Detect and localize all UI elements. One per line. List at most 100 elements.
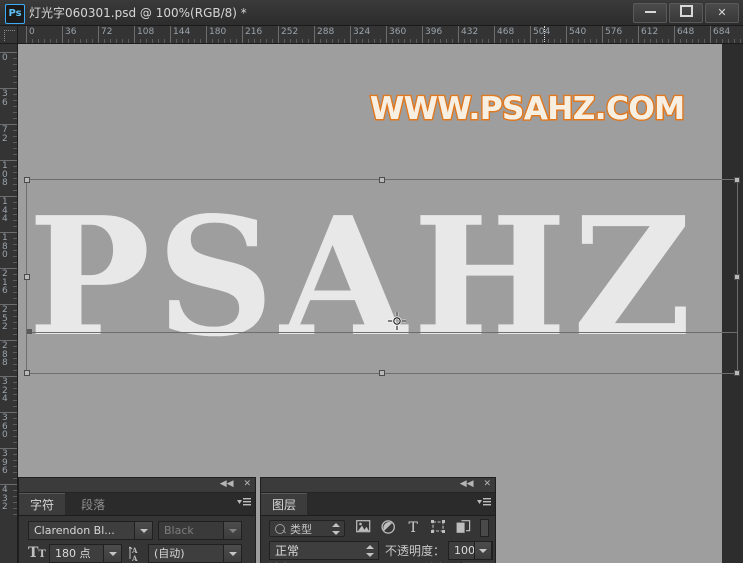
layer-filter-value: 类型 — [290, 523, 312, 536]
ruler-tick-minor — [13, 370, 17, 371]
ruler-guide-marker — [544, 26, 546, 43]
tab-paragraph[interactable]: 段落 — [70, 494, 116, 516]
ruler-tick-minor — [13, 64, 17, 65]
stepper-up-icon — [366, 544, 374, 549]
transform-handle-top-center[interactable] — [379, 177, 385, 183]
font-family-dropdown-arrow[interactable] — [134, 522, 152, 539]
ruler-tick-minor — [13, 112, 17, 113]
ruler-tick-minor — [13, 208, 17, 209]
ruler-tick-major — [386, 26, 387, 43]
ruler-tick-minor — [13, 442, 17, 443]
ruler-tick-minor — [686, 39, 687, 43]
blend-mode-field[interactable]: 正常 — [269, 541, 379, 560]
ruler-tick-minor — [13, 172, 17, 173]
ruler-tick-minor — [554, 39, 555, 43]
layer-filter-stepper[interactable] — [332, 522, 341, 536]
leading-value: (自动) — [154, 546, 185, 560]
font-style-field[interactable]: Black — [158, 521, 242, 540]
ruler-tick-major — [566, 26, 567, 43]
ruler-tick-minor — [650, 39, 651, 43]
ruler-tick-minor — [13, 142, 17, 143]
layer-filter-type-field[interactable]: 类型 — [269, 520, 345, 537]
adjustment-filter-icon[interactable] — [380, 520, 396, 534]
ruler-tick-minor — [13, 118, 17, 119]
close-icon[interactable]: ✕ — [243, 479, 251, 490]
ruler-tick-minor — [13, 274, 17, 275]
opacity-dropdown-arrow[interactable] — [474, 541, 492, 560]
transform-handle-middle-left[interactable] — [24, 273, 30, 280]
transform-handle-middle-right[interactable] — [734, 273, 740, 280]
ruler-tick-minor — [740, 39, 741, 43]
ruler-tick-minor — [13, 472, 17, 473]
ruler-tick-minor — [716, 39, 717, 43]
ruler-label: 684 — [713, 27, 731, 37]
transform-bounding-box[interactable] — [24, 177, 740, 376]
ruler-label: 216 — [245, 27, 263, 37]
layers-panel-header-icons: ◀◀ ✕ — [453, 479, 491, 490]
character-panel-header: ◀◀ ✕ — [19, 478, 255, 493]
ruler-tick-minor — [13, 190, 17, 191]
text-anchor-point[interactable] — [27, 329, 32, 334]
font-size-field[interactable]: 180 点 — [49, 544, 122, 563]
ruler-tick-minor — [362, 39, 363, 43]
ruler-tick-major — [674, 26, 675, 43]
ruler-tick-major — [62, 26, 63, 43]
layers-panel-menu-icon[interactable] — [477, 497, 491, 510]
ruler-tick-minor — [13, 502, 17, 503]
photoshop-app-icon[interactable]: Ps — [5, 4, 25, 24]
leading-field[interactable]: (自动) — [148, 544, 242, 563]
font-size-icon: TT — [28, 545, 46, 561]
ruler-tick-minor — [13, 352, 17, 353]
layers-panel-header: ◀◀ ✕ — [261, 478, 495, 493]
shape-filter-icon[interactable] — [430, 520, 446, 534]
ruler-tick-minor — [260, 39, 261, 43]
maximize-button[interactable] — [669, 3, 703, 23]
transform-handle-bottom-right[interactable] — [734, 370, 740, 376]
close-icon[interactable]: ✕ — [483, 479, 491, 490]
svg-text:A: A — [131, 554, 138, 562]
tab-layers[interactable]: 图层 — [261, 493, 308, 515]
ruler-label: 0 — [29, 27, 35, 37]
collapse-icon[interactable]: ◀◀ — [220, 479, 234, 490]
transform-handle-bottom-center[interactable] — [379, 370, 385, 376]
document-title: 灯光字060301.psd @ 100%(RGB/8) * — [29, 6, 247, 20]
font-style-dropdown-arrow[interactable] — [223, 522, 241, 539]
ruler-tick-minor — [110, 39, 111, 43]
horizontal-ruler[interactable]: 0 36 72 108 144 180 216 252 288 324 360 396 432 468 50… — [18, 26, 743, 44]
font-family-field[interactable]: Clarendon Bl... — [28, 521, 153, 540]
type-filter-icon[interactable]: T — [406, 520, 422, 536]
transform-handle-bottom-left[interactable] — [24, 370, 30, 376]
ruler-tick-minor — [92, 39, 93, 43]
ruler-tick-minor — [524, 39, 525, 43]
leading-dropdown-arrow[interactable] — [223, 545, 241, 562]
vertical-ruler[interactable]: 0 36 72 108 144 180 216 252 288 324 360 396 432 — [0, 44, 18, 563]
transform-handle-top-right[interactable] — [734, 177, 740, 183]
tab-character[interactable]: 字符 — [19, 493, 66, 515]
ruler-tick-minor — [644, 39, 645, 43]
ruler-tick-minor — [13, 184, 17, 185]
search-icon — [275, 524, 285, 534]
ruler-tick-minor — [296, 39, 297, 43]
ruler-tick-minor — [13, 322, 17, 323]
minimize-button[interactable] — [633, 3, 667, 23]
smart-object-filter-icon[interactable] — [455, 520, 471, 534]
character-panel-menu-icon[interactable] — [237, 497, 251, 510]
filter-toggle-switch[interactable] — [480, 519, 489, 537]
ruler-tick-minor — [38, 39, 39, 43]
close-button[interactable]: ✕ — [705, 3, 739, 23]
transform-handle-top-left[interactable] — [24, 177, 30, 183]
ruler-corner[interactable] — [0, 26, 18, 44]
ruler-tick-minor — [13, 466, 17, 467]
blend-mode-stepper[interactable] — [366, 544, 375, 558]
ruler-tick-minor — [164, 39, 165, 43]
ruler-label: 36 — [2, 89, 8, 108]
ruler-tick-major — [26, 26, 27, 43]
image-filter-icon[interactable] — [355, 520, 371, 534]
collapse-icon[interactable]: ◀◀ — [460, 479, 474, 490]
ruler-tick-minor — [614, 39, 615, 43]
ruler-tick-minor — [80, 39, 81, 43]
ruler-tick-minor — [356, 39, 357, 43]
ruler-tick-major — [242, 26, 243, 43]
font-size-dropdown-arrow[interactable] — [103, 545, 121, 562]
character-panel-tabs: 字符 段落 — [19, 493, 255, 516]
